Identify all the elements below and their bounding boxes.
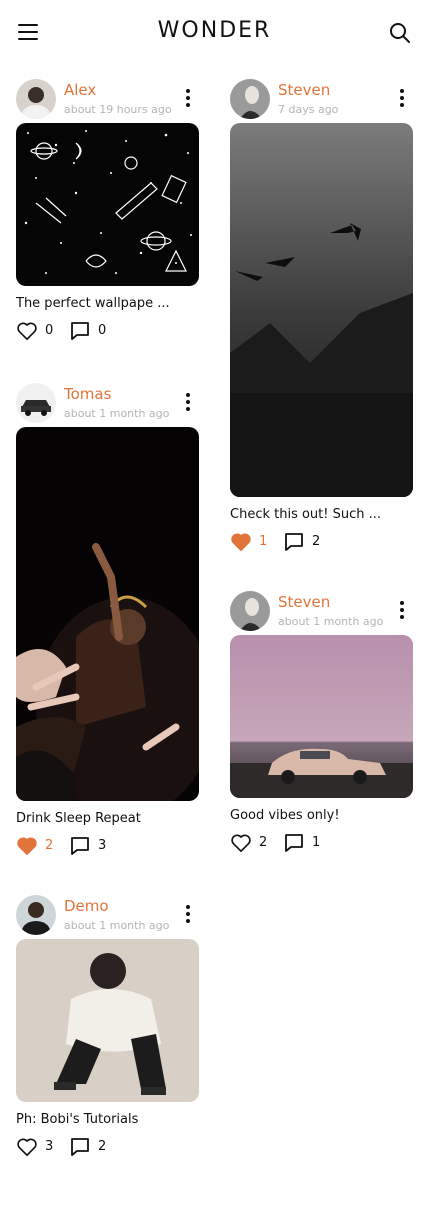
avatar[interactable] xyxy=(16,79,56,119)
post-header: Steven about 1 month ago xyxy=(230,591,414,635)
post-timestamp: about 1 month ago xyxy=(64,407,170,420)
post-actions: 0 0 xyxy=(16,321,200,345)
post-username[interactable]: Steven xyxy=(278,593,330,611)
comment-count: 2 xyxy=(98,1139,107,1154)
post-actions: 2 1 xyxy=(230,833,414,857)
post-card: Steven about 1 month ago Good vibes only… xyxy=(230,591,414,857)
avatar[interactable] xyxy=(16,895,56,935)
post-header: Tomas about 1 month ago xyxy=(16,383,200,427)
post-image[interactable] xyxy=(230,635,413,798)
avatar[interactable] xyxy=(230,591,270,631)
comment-icon[interactable] xyxy=(284,833,304,853)
post-card: Demo about 1 month ago Ph: Bobi's Tutori… xyxy=(16,895,200,1161)
more-vertical-icon[interactable] xyxy=(184,905,192,927)
post-username[interactable]: Alex xyxy=(64,81,96,99)
avatar[interactable] xyxy=(230,79,270,119)
post-card: Steven 7 days ago Check this out! Such .… xyxy=(230,79,414,556)
post-image[interactable] xyxy=(16,123,199,286)
comment-count: 0 xyxy=(98,323,107,338)
post-image[interactable] xyxy=(16,427,199,801)
search-icon[interactable] xyxy=(388,21,412,45)
comment-count: 2 xyxy=(312,534,321,549)
heart-icon[interactable] xyxy=(16,1137,38,1157)
more-vertical-icon[interactable] xyxy=(184,393,192,415)
comment-icon[interactable] xyxy=(70,321,90,341)
post-username[interactable]: Steven xyxy=(278,81,330,99)
comment-count: 1 xyxy=(312,835,321,850)
app-header: WONDER xyxy=(0,0,429,64)
post-caption: Good vibes only! xyxy=(230,808,340,823)
post-timestamp: about 1 month ago xyxy=(278,615,384,628)
comment-icon[interactable] xyxy=(70,836,90,856)
like-count: 0 xyxy=(45,323,54,338)
post-header: Alex about 19 hours ago xyxy=(16,79,200,123)
post-timestamp: 7 days ago xyxy=(278,103,339,116)
post-image[interactable] xyxy=(16,939,199,1102)
heart-icon[interactable] xyxy=(16,321,38,341)
post-actions: 1 2 xyxy=(230,532,414,556)
heart-icon[interactable] xyxy=(230,833,252,853)
more-vertical-icon[interactable] xyxy=(398,601,406,623)
post-card: Tomas about 1 month ago Drink Sleep Repe… xyxy=(16,383,200,860)
post-header: Demo about 1 month ago xyxy=(16,895,200,939)
post-caption: Check this out! Such ... xyxy=(230,507,382,522)
comment-icon[interactable] xyxy=(70,1137,90,1157)
post-caption: The perfect wallpape ... xyxy=(16,296,170,311)
comment-icon[interactable] xyxy=(284,532,304,552)
post-actions: 2 3 xyxy=(16,836,200,860)
like-count: 2 xyxy=(45,838,54,853)
heart-icon[interactable] xyxy=(230,532,252,552)
post-timestamp: about 1 month ago xyxy=(64,919,170,932)
more-vertical-icon[interactable] xyxy=(184,89,192,111)
post-caption: Ph: Bobi's Tutorials xyxy=(16,1112,139,1127)
app-title: WONDER xyxy=(157,18,272,43)
post-caption: Drink Sleep Repeat xyxy=(16,811,141,826)
post-image[interactable] xyxy=(230,123,413,497)
avatar[interactable] xyxy=(16,383,56,423)
heart-icon[interactable] xyxy=(16,836,38,856)
like-count: 3 xyxy=(45,1139,54,1154)
more-vertical-icon[interactable] xyxy=(398,89,406,111)
post-timestamp: about 19 hours ago xyxy=(64,103,172,116)
post-username[interactable]: Demo xyxy=(64,897,109,915)
post-header: Steven 7 days ago xyxy=(230,79,414,123)
comment-count: 3 xyxy=(98,838,107,853)
post-card: Alex about 19 hours ago The perfect wall… xyxy=(16,79,200,345)
like-count: 1 xyxy=(259,534,268,549)
post-actions: 3 2 xyxy=(16,1137,200,1161)
post-username[interactable]: Tomas xyxy=(64,385,111,403)
like-count: 2 xyxy=(259,835,268,850)
